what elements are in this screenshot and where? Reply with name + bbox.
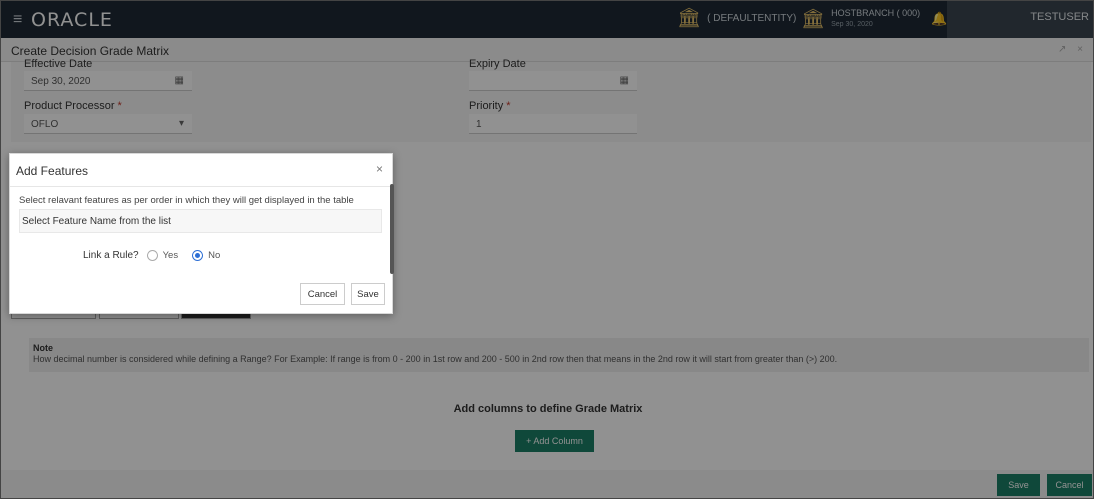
- close-icon[interactable]: ×: [376, 162, 383, 176]
- dialog-save-button[interactable]: Save: [351, 283, 385, 305]
- rule-no-radio[interactable]: [192, 250, 204, 261]
- dialog-scrollbar[interactable]: [390, 184, 394, 274]
- dialog-cancel-button[interactable]: Cancel: [300, 283, 345, 305]
- rule-yes-label[interactable]: Yes: [163, 250, 179, 261]
- rule-no-label[interactable]: No: [208, 250, 220, 261]
- dialog-instruction: Select relavant features as per order in…: [19, 195, 354, 206]
- app-window: ≡ ORACLE 🏛 ( DEFAULTENTITY) 🏛 HOSTBRANCH…: [0, 0, 1094, 499]
- dialog-header: Add Features ×: [10, 154, 394, 187]
- feature-name-select[interactable]: Select Feature Name from the list: [19, 209, 382, 233]
- dialog-title: Add Features: [16, 164, 89, 178]
- link-rule-group: Link a Rule? Yes No: [83, 250, 220, 261]
- rule-yes-radio[interactable]: [146, 250, 158, 261]
- add-features-dialog: Add Features × Select relavant features …: [9, 153, 394, 314]
- link-rule-label: Link a Rule?: [83, 250, 139, 261]
